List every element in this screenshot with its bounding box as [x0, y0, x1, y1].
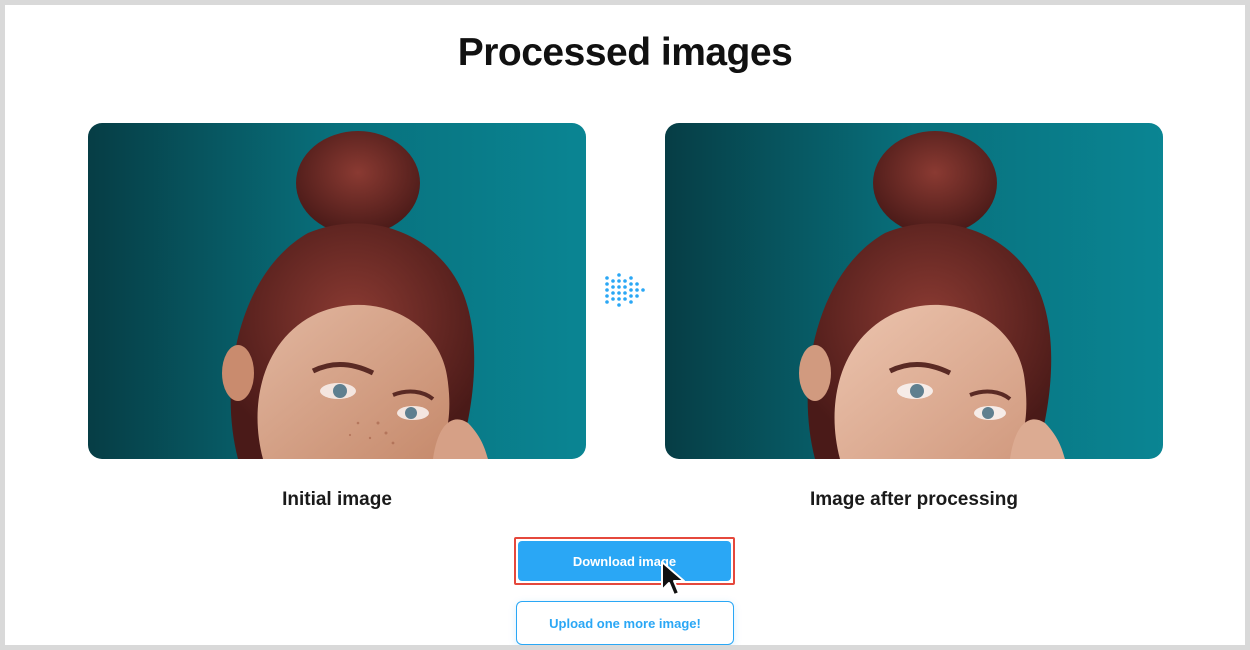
mouse-pointer-icon	[661, 561, 685, 596]
processed-image-caption: Image after processing	[809, 489, 1019, 510]
page-title: Processed images	[457, 31, 793, 74]
processed-image	[665, 123, 1163, 459]
upload-more-button[interactable]: Upload one more image!	[516, 601, 734, 645]
initial-image-caption: Initial image	[282, 489, 392, 510]
initial-image	[88, 123, 586, 459]
page-frame: Processed images Initial image Image aft…	[5, 5, 1245, 645]
download-image-button[interactable]: Download image	[518, 541, 731, 581]
dotted-arrow-right-icon	[605, 273, 645, 307]
download-button-highlight: Download image	[514, 537, 735, 585]
